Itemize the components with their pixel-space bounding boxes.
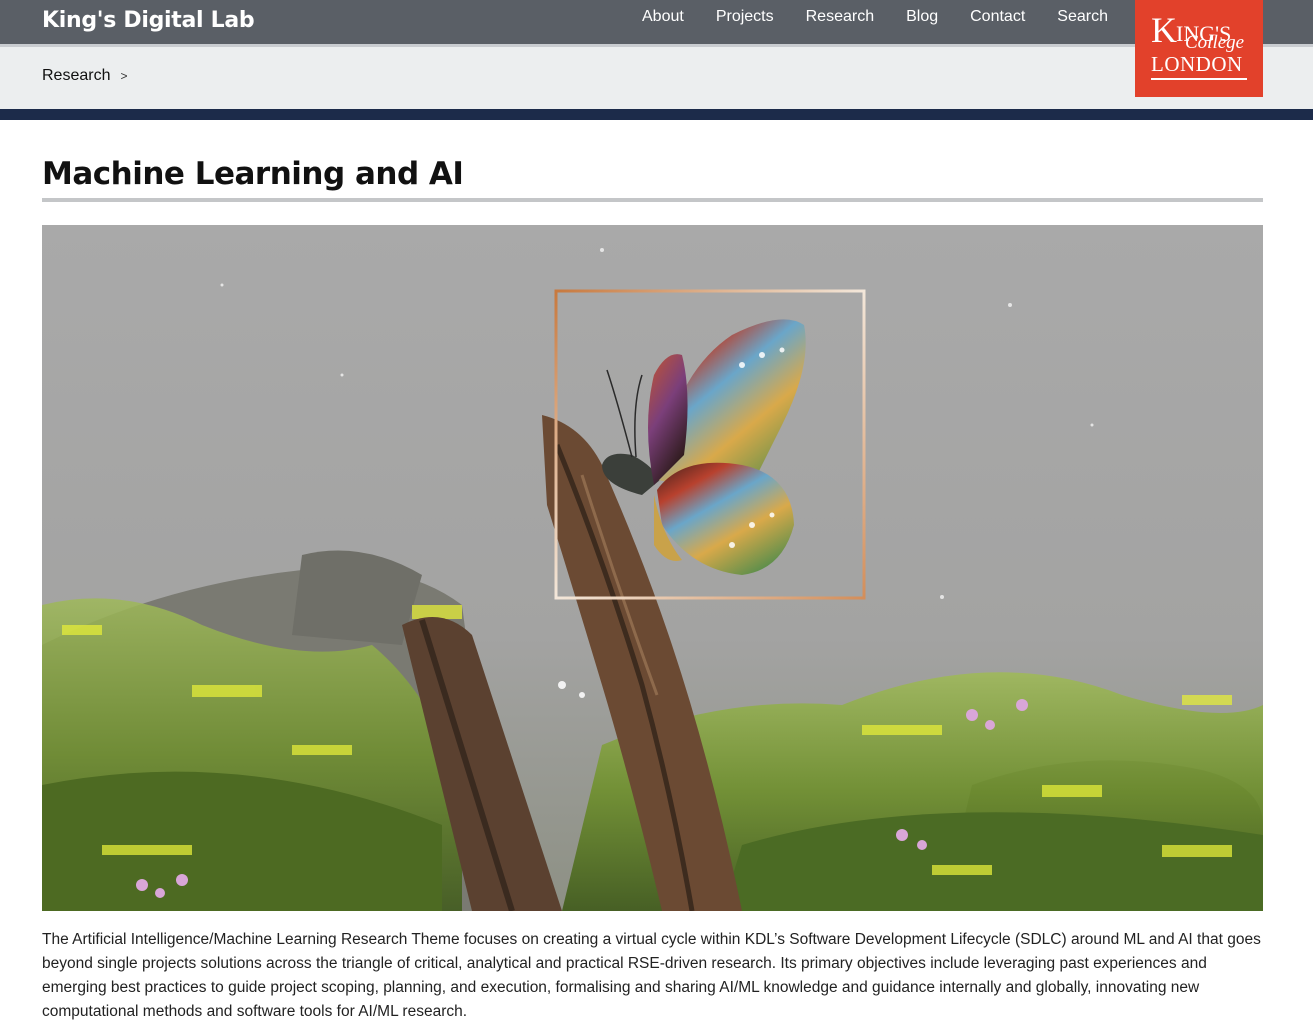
- breadcrumb-bar: Research >: [0, 44, 1313, 109]
- breadcrumb-research[interactable]: Research: [42, 67, 110, 85]
- title-underline: [42, 198, 1263, 202]
- nav-projects[interactable]: Projects: [716, 8, 774, 26]
- nav-search[interactable]: Search: [1057, 8, 1108, 26]
- breadcrumb-separator: >: [120, 69, 128, 83]
- top-bar: King's Digital Lab About Projects Resear…: [0, 0, 1313, 44]
- nav-about[interactable]: About: [642, 8, 684, 26]
- butterfly-on-branch-image: [42, 225, 1263, 911]
- nav-blog[interactable]: Blog: [906, 8, 938, 26]
- breadcrumb: Research >: [42, 67, 128, 85]
- page-title: Machine Learning and AI: [42, 156, 464, 192]
- nav-contact[interactable]: Contact: [970, 8, 1025, 26]
- main-nav: About Projects Research Blog Contact Sea…: [642, 8, 1108, 26]
- site-title[interactable]: King's Digital Lab: [42, 8, 255, 33]
- kings-college-logo[interactable]: KING'S College LONDON: [1135, 0, 1263, 97]
- logo-line3: LONDON: [1151, 52, 1243, 76]
- nav-research[interactable]: Research: [806, 8, 874, 26]
- theme-description: The Artificial Intelligence/Machine Lear…: [42, 931, 1261, 1020]
- logo-rule: [1151, 78, 1247, 80]
- logo-line2: College: [1185, 32, 1245, 53]
- header-divider: [0, 109, 1313, 120]
